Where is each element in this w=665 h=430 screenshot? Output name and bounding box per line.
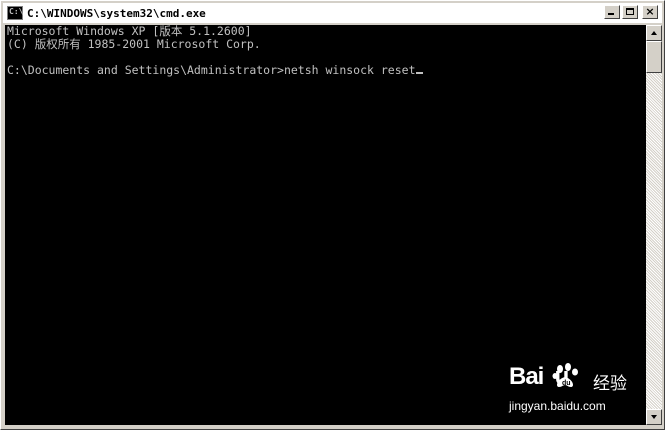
caption-buttons: ×	[602, 5, 658, 19]
scroll-thumb[interactable]	[646, 41, 662, 73]
minimize-icon	[608, 13, 614, 15]
console-line-copyright: (C) 版权所有 1985-2001 Microsoft Corp.	[7, 37, 261, 51]
console-line-command: C:\Documents and Settings\Administrator>…	[5, 64, 646, 77]
maximize-button[interactable]	[622, 5, 638, 19]
text-cursor	[415, 72, 423, 74]
baidu-jingyan-watermark: Bai u du 经验 jingyan.baidu.com	[509, 361, 639, 415]
baidu-paw-icon: du	[552, 363, 578, 387]
vertical-scrollbar[interactable]	[646, 25, 662, 425]
svg-text:du: du	[562, 380, 571, 387]
cmd-icon-label: C:\	[9, 7, 24, 16]
scroll-down-button[interactable]	[646, 409, 662, 425]
command-prompt-text: C:\Documents and Settings\Administrator>…	[7, 63, 416, 77]
watermark-brand-cn: 经验	[593, 374, 627, 394]
watermark-url: jingyan.baidu.com	[509, 399, 606, 413]
scroll-up-button[interactable]	[646, 25, 662, 41]
close-button[interactable]: ×	[642, 5, 658, 19]
title-bar[interactable]: C:\ C:\WINDOWS\system32\cmd.exe ×	[3, 3, 662, 23]
minimize-button[interactable]	[604, 5, 620, 19]
window-title: C:\WINDOWS\system32\cmd.exe	[27, 6, 206, 20]
arrow-down-icon	[651, 415, 657, 419]
cmd-window: C:\ C:\WINDOWS\system32\cmd.exe × Micros…	[0, 0, 665, 430]
maximize-icon	[626, 8, 634, 15]
arrow-up-icon	[651, 31, 657, 35]
cmd-app-icon[interactable]: C:\	[7, 6, 23, 20]
close-icon: ×	[645, 5, 655, 18]
